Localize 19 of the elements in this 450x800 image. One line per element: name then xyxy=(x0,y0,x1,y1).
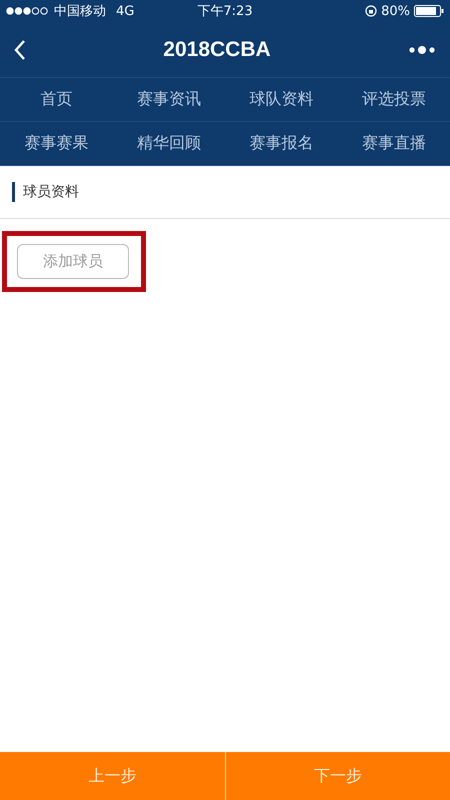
more-icon[interactable] xyxy=(408,44,436,54)
battery-percent: 80% xyxy=(381,4,410,18)
orientation-lock-icon xyxy=(365,5,378,17)
menu-item[interactable]: 评选投票 xyxy=(338,78,450,122)
carrier-name: 中国移动 xyxy=(54,3,106,20)
menu-item[interactable]: 赛事报名 xyxy=(225,122,338,166)
section-title: 球员资料 xyxy=(12,182,79,202)
menu-item[interactable]: 球队资料 xyxy=(225,78,338,122)
network-type: 4G xyxy=(116,4,134,18)
menu-item[interactable]: 精华回顾 xyxy=(112,122,225,166)
menu-item[interactable]: 赛事赛果 xyxy=(0,122,112,166)
menu-item[interactable]: 赛事直播 xyxy=(338,122,450,166)
signal-icon xyxy=(6,7,50,15)
menu-item[interactable]: 首页 xyxy=(0,78,112,122)
battery-icon xyxy=(414,5,444,17)
status-time: 下午7:23 xyxy=(197,3,253,20)
back-icon[interactable] xyxy=(14,38,26,60)
page-title: 2018CCBA xyxy=(163,38,271,62)
menu-item[interactable]: 赛事资讯 xyxy=(112,78,225,122)
